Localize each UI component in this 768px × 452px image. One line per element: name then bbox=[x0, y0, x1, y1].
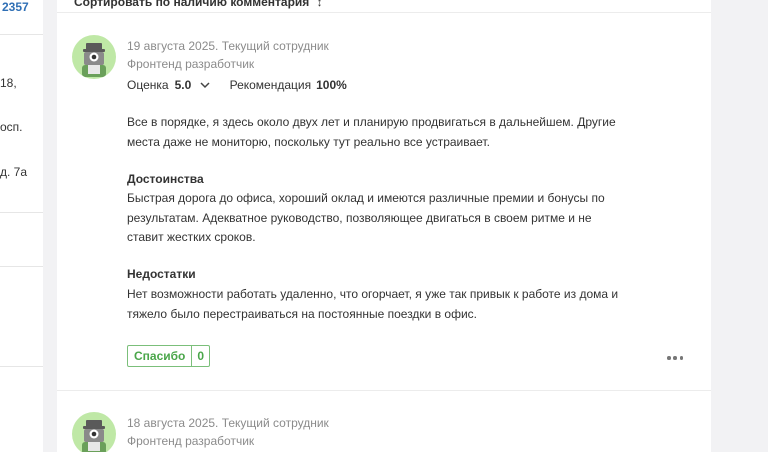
more-options-icon[interactable] bbox=[667, 355, 683, 361]
divider bbox=[0, 266, 43, 267]
rating-label: Оценка bbox=[127, 78, 169, 92]
thanks-count: 0 bbox=[191, 346, 209, 366]
recommend-label: Рекомендация bbox=[229, 78, 312, 92]
avatar-robot-icon bbox=[72, 35, 116, 79]
reviews-count-link[interactable]: 2357 bbox=[2, 0, 29, 14]
address-fragment: осп. bbox=[0, 120, 23, 134]
review-position: Фронтенд разработчик bbox=[127, 434, 255, 448]
thanks-label: Спасибо bbox=[134, 349, 186, 363]
divider bbox=[0, 366, 43, 367]
rating-row: Оценка 5.0 Рекомендация 100% bbox=[127, 78, 347, 92]
company-info-card: 2357 18, осп. д. 7а bbox=[0, 0, 43, 452]
avatar-robot-icon bbox=[72, 412, 116, 452]
rating-dropdown[interactable]: 5.0 bbox=[175, 78, 230, 92]
reviews-panel: Сортировать по наличию комментария ↕ 19 … bbox=[57, 0, 711, 452]
chevron-down-icon bbox=[200, 78, 210, 92]
review-position: Фронтенд разработчик bbox=[127, 57, 255, 71]
review-date-status: 18 августа 2025. Текущий сотрудник bbox=[127, 416, 329, 430]
divider bbox=[0, 212, 43, 213]
pros-text: Быстрая дорога до офиса, хороший оклад и… bbox=[127, 191, 605, 244]
sort-bar: Сортировать по наличию комментария ↕ bbox=[57, 0, 711, 13]
recommend-value: 100% bbox=[316, 78, 347, 92]
review-separator bbox=[57, 390, 711, 391]
sort-label: Сортировать по наличию комментария bbox=[74, 0, 310, 9]
address-fragment: д. 7а bbox=[0, 165, 28, 179]
rating-value: 5.0 bbox=[174, 78, 192, 92]
review-intro: Все в порядке, я здесь около двух лет и … bbox=[127, 115, 616, 149]
pros-heading: Достоинства bbox=[127, 172, 204, 186]
sort-arrow-icon: ↕ bbox=[316, 0, 323, 9]
address-fragment: 18, bbox=[0, 76, 17, 90]
cons-heading: Недостатки bbox=[127, 267, 196, 281]
divider bbox=[0, 34, 43, 35]
thanks-button[interactable]: Спасибо 0 bbox=[127, 345, 211, 367]
cons-text: Нет возможности работать удаленно, что о… bbox=[127, 287, 619, 321]
sort-toggle[interactable]: Сортировать по наличию комментария ↕ bbox=[74, 0, 323, 9]
review-date-status: 19 августа 2025. Текущий сотрудник bbox=[127, 39, 329, 53]
